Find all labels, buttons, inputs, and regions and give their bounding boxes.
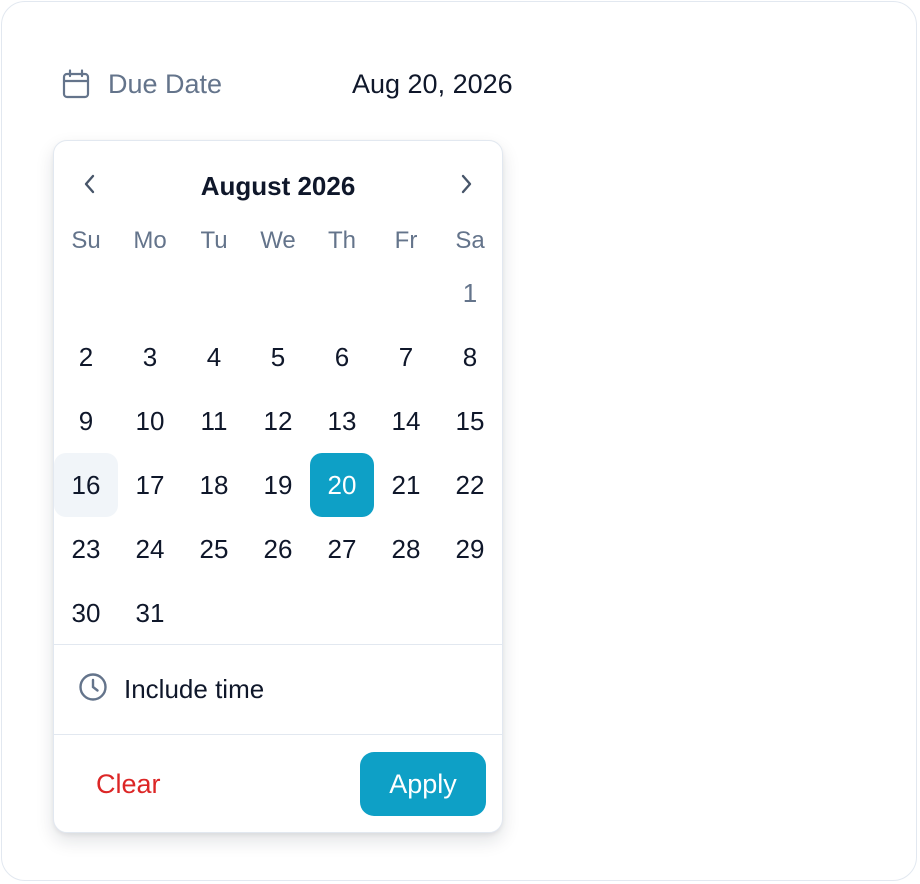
day-cell[interactable]: 4 <box>182 325 246 389</box>
weekday-label: Mo <box>133 227 167 254</box>
chevron-right-icon <box>458 172 474 201</box>
month-title: August 2026 <box>200 171 356 201</box>
empty-day-cell <box>246 261 310 325</box>
day-cell[interactable]: 30 <box>54 581 118 645</box>
weekday-label: Fr <box>394 227 418 254</box>
day-cell[interactable]: 19 <box>246 453 310 517</box>
next-month-button[interactable] <box>446 163 486 209</box>
popover-footer: Clear Apply <box>54 752 502 816</box>
day-cell[interactable]: 26 <box>246 517 310 581</box>
day-cell[interactable]: 27 <box>310 517 374 581</box>
day-cell[interactable]: 3 <box>118 325 182 389</box>
weekday-label: Su <box>71 227 101 254</box>
include-time-toggle[interactable]: Include time <box>78 669 264 709</box>
empty-day-cell <box>54 261 118 325</box>
weekday-label: Tu <box>200 227 228 254</box>
day-cell[interactable]: 18 <box>182 453 246 517</box>
field-value[interactable]: Aug 20, 2026 <box>352 69 513 100</box>
day-cell[interactable]: 2 <box>54 325 118 389</box>
day-cell[interactable]: 6 <box>310 325 374 389</box>
day-cell[interactable]: 25 <box>182 517 246 581</box>
apply-button[interactable]: Apply <box>360 752 486 816</box>
day-cell-selected[interactable]: 20 <box>310 453 374 517</box>
day-cell-today[interactable]: 16 <box>54 453 118 517</box>
calendar-header: August 2026 <box>54 163 502 209</box>
day-cell[interactable]: 14 <box>374 389 438 453</box>
day-cell[interactable]: 29 <box>438 517 502 581</box>
day-cell[interactable]: 7 <box>374 325 438 389</box>
day-cell[interactable]: 8 <box>438 325 502 389</box>
weekday-label: We <box>260 227 296 254</box>
day-cell[interactable]: 22 <box>438 453 502 517</box>
day-cell[interactable]: 15 <box>438 389 502 453</box>
day-cell[interactable]: 10 <box>118 389 182 453</box>
day-cell[interactable]: 28 <box>374 517 438 581</box>
empty-day-cell <box>310 261 374 325</box>
day-cell[interactable]: 9 <box>54 389 118 453</box>
day-cell[interactable]: 24 <box>118 517 182 581</box>
day-cell[interactable]: 5 <box>246 325 310 389</box>
empty-day-cell <box>182 261 246 325</box>
due-date-field[interactable]: Due Date Aug 20, 2026 <box>62 64 513 104</box>
empty-day-cell <box>374 261 438 325</box>
weekday-label: Sa <box>455 227 485 254</box>
field-label: Due Date <box>108 68 223 99</box>
divider <box>54 734 502 735</box>
day-cell[interactable]: 1 <box>438 261 502 325</box>
chevron-left-icon <box>82 172 98 201</box>
day-cell[interactable]: 13 <box>310 389 374 453</box>
weekday-header-row: Su Mo Tu We Th Fr Sa <box>54 221 502 261</box>
weekday-label: Th <box>327 227 356 254</box>
empty-day-cell <box>118 261 182 325</box>
date-property-card: Due Date Aug 20, 2026 August 2026 Su Mo … <box>1 1 917 881</box>
day-cell[interactable]: 11 <box>182 389 246 453</box>
day-cell[interactable]: 12 <box>246 389 310 453</box>
clock-icon <box>78 672 108 707</box>
prev-month-button[interactable] <box>70 163 110 209</box>
day-cell[interactable]: 23 <box>54 517 118 581</box>
day-grid: 1 2 3 4 5 6 7 8 9 10 11 12 13 14 15 16 17 18 19 20 21 22 23 24 2… <box>54 261 502 645</box>
day-cell[interactable]: 31 <box>118 581 182 645</box>
date-picker-popover: August 2026 Su Mo Tu We Th Fr Sa 1 2 3 4 5 6 7 8 9 10 11… <box>53 140 503 833</box>
calendar-icon <box>62 69 90 99</box>
day-cell[interactable]: 17 <box>118 453 182 517</box>
divider <box>54 644 502 645</box>
include-time-label: Include time <box>124 673 265 704</box>
clear-button[interactable]: Clear <box>76 752 181 816</box>
day-cell[interactable]: 21 <box>374 453 438 517</box>
